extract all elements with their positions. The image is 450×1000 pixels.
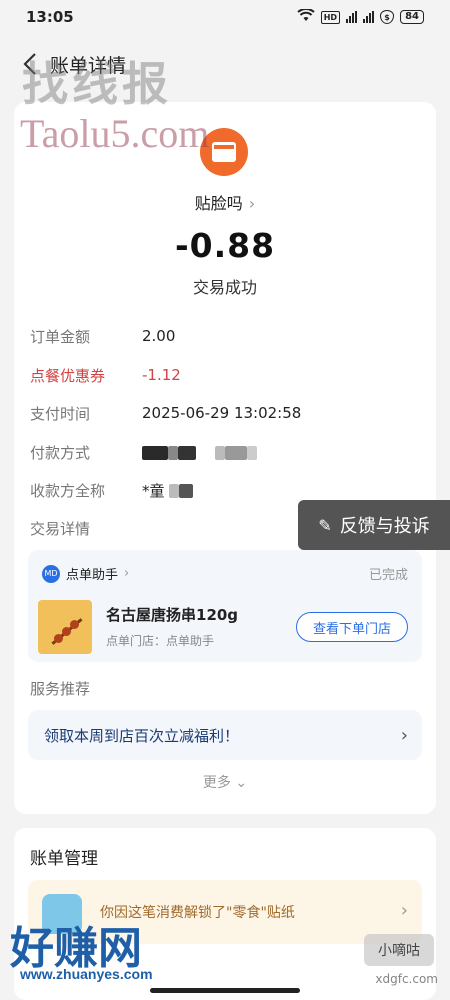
pay-time-row: 支付时间 2025-06-29 13:02:58 [30,401,420,425]
product-store: 点单门店：点单助手 [106,634,215,648]
status-icons: HD $ 84 [297,8,424,25]
order-status: 已完成 [368,568,408,583]
row-label: 点餐优惠券 [30,366,106,385]
home-indicator[interactable] [150,988,300,993]
shop-icon [212,142,236,162]
row-label: 收款方全称 [30,481,106,500]
more-label: 更多 [202,775,231,791]
back-button[interactable] [14,44,46,84]
order-detail-box: MD 点单助手 › 已完成 名古屋唐扬串120g 点单门店：点单助手 查看下单门… [28,550,422,662]
row-value: 2025-06-29 13:02:58 [142,404,302,422]
battery-icon: 84 [400,10,424,24]
wifi-icon [297,8,315,25]
row-label: 支付时间 [30,404,91,423]
chevron-right-icon: › [124,566,130,581]
merchant-name: 贴脸吗 [194,194,243,213]
status-time: 13:05 [26,8,74,26]
signal-icon [363,11,375,23]
row-value: *童 [142,480,194,501]
product-image [38,600,92,654]
row-label: 付款方式 [30,443,91,462]
nav-bar: 账单详情 [0,34,450,94]
order-helper-icon: MD [42,564,60,583]
merchant-link[interactable]: 贴脸吗 › [14,190,436,214]
signal-icon [346,11,358,23]
bill-management-card: 账单管理 你因这笔消费解锁了"零食"贴纸 › [14,828,436,1000]
more-button[interactable]: 更多 ⌄ [14,772,436,792]
chevron-down-icon: ⌄ [235,775,248,791]
bill-management-title: 账单管理 [30,849,98,869]
transaction-details-label: 交易详情 [30,520,91,538]
status-bar: 13:05 HD $ 84 [0,0,450,34]
promo-banner[interactable]: 领取本周到店百次立减福利！ › [28,710,422,760]
feedback-label: 反馈与投诉 [339,516,430,537]
payee-row: 收款方全称 *童 [30,478,420,502]
helper-label: 点单助手 [66,568,119,583]
page-title: 账单详情 [50,54,127,77]
coupon-row: 点餐优惠券 -1.12 [30,363,420,387]
merchant-logo [200,128,248,176]
order-amount-row: 订单金额 2.00 [30,324,420,348]
row-value: 2.00 [142,327,176,345]
transaction-status: 交易成功 [192,278,257,297]
sticker-text: 你因这笔消费解锁了"零食"贴纸 [100,905,295,921]
order-helper-link[interactable]: MD 点单助手 › [42,564,129,583]
bill-detail-card: 贴脸吗 › -0.88 交易成功 订单金额 2.00 点餐优惠券 -1.12 支付… [14,102,436,814]
chevron-right-icon: › [400,900,408,921]
sticker-image [42,894,82,934]
hd-icon: HD [320,10,341,24]
transaction-amount: -0.88 [174,226,276,265]
feedback-button[interactable]: ✎ 反馈与投诉 [298,500,450,550]
payee-name: *童 [142,481,165,500]
shield-icon: $ [380,10,395,24]
payment-method-redacted [142,443,257,461]
sticker-banner[interactable]: 你因这笔消费解锁了"零食"贴纸 › [28,880,422,944]
row-value: -1.12 [142,366,181,384]
product-name: 名古屋唐扬串120g [106,606,239,624]
payment-method-row: 付款方式 [30,440,420,464]
promo-text: 领取本周到店百次立减福利！ [44,726,240,745]
chevron-left-icon [23,53,36,75]
chevron-right-icon: › [400,724,408,746]
service-recommend-label: 服务推荐 [30,680,91,698]
pencil-icon: ✎ [318,515,332,535]
row-label: 订单金额 [30,327,91,346]
chevron-right-icon: › [248,194,256,213]
view-store-button[interactable]: 查看下单门店 [296,612,408,642]
